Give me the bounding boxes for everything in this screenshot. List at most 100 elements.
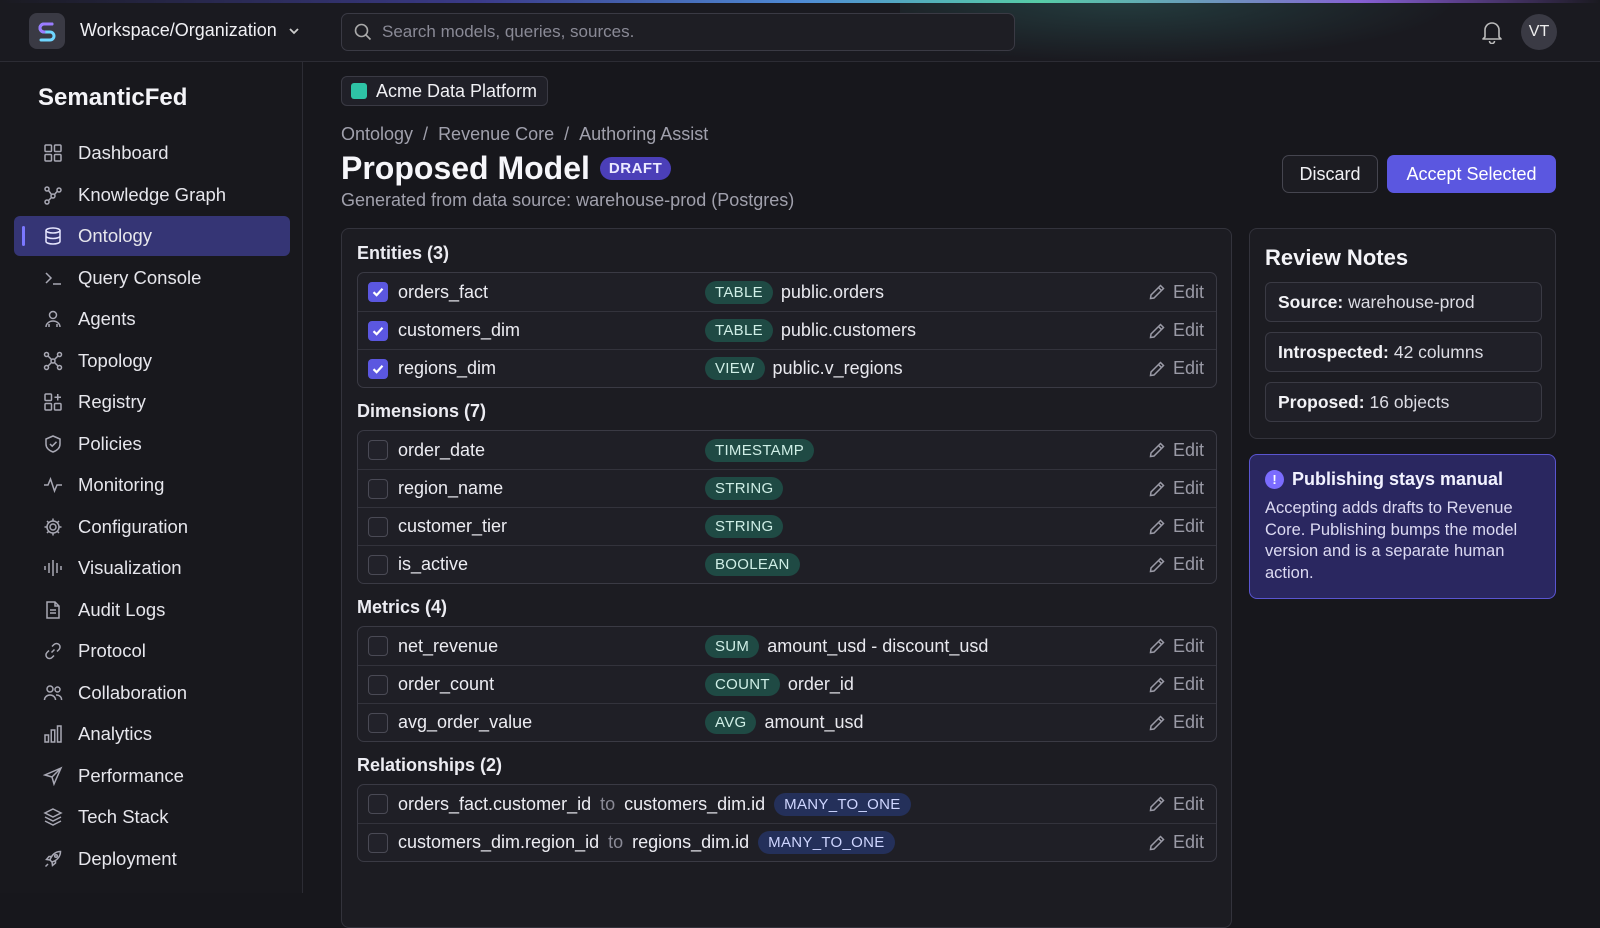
brand-name: SemanticFed	[38, 84, 188, 111]
entities-row[interactable]: orders_fact TABLE public.orders Edit	[358, 273, 1216, 311]
row-checkbox[interactable]	[368, 712, 388, 733]
search-bar[interactable]	[341, 13, 1015, 51]
send-icon	[42, 765, 64, 787]
chevron-down-icon	[289, 27, 299, 34]
row-detail: public.v_regions	[772, 358, 903, 378]
relationships-group: orders_fact.customer_id to customers_dim.i…	[357, 784, 1217, 862]
sidebar-item-policies[interactable]: Policies	[14, 424, 290, 464]
row-checkbox[interactable]	[368, 554, 388, 575]
edit-button[interactable]: Edit	[1148, 516, 1204, 537]
sidebar-item-protocol[interactable]: Protocol	[14, 631, 290, 671]
breadcrumb-authoring-assist: Authoring Assist	[579, 124, 709, 144]
row-name: customer_tier	[398, 516, 508, 536]
sidebar-item-label: Registry	[78, 391, 146, 412]
sidebar-item-collaboration[interactable]: Collaboration	[14, 673, 290, 713]
workspace-switcher[interactable]: Workspace/Organization	[80, 20, 301, 41]
edit-label: Edit	[1172, 674, 1204, 694]
metrics-row[interactable]: order_count COUNT order_id Edit	[358, 665, 1216, 703]
note-value: 16 objects	[1369, 391, 1450, 412]
row-checkbox[interactable]	[368, 794, 388, 814]
edit-button[interactable]: Edit	[1148, 674, 1204, 695]
row-checkbox[interactable]	[368, 516, 388, 537]
entities-row[interactable]: regions_dim VIEW public.v_regions Edit	[358, 349, 1216, 387]
sidebar-item-ontology[interactable]: Ontology	[14, 216, 290, 256]
entities-row[interactable]: customers_dim TABLE public.customers Edit	[358, 311, 1216, 349]
type-badge: AVG	[705, 711, 757, 734]
breadcrumb-revenue-core[interactable]: Revenue Core	[438, 124, 554, 145]
layers-icon	[42, 806, 64, 828]
row-checkbox[interactable]	[368, 440, 388, 460]
sidebar-item-audit-logs[interactable]: Audit Logs	[14, 590, 290, 630]
edit-button[interactable]: Edit	[1148, 712, 1204, 733]
sidebar-item-label: Agents	[78, 308, 136, 329]
edit-button[interactable]: Edit	[1148, 636, 1204, 657]
dimensions-row[interactable]: is_active BOOLEAN Edit	[358, 545, 1216, 583]
note-label: Introspected:	[1278, 341, 1389, 362]
pencil-icon	[1148, 834, 1166, 852]
sidebar-item-monitoring[interactable]: Monitoring	[14, 465, 290, 505]
metrics-group: net_revenue SUM amount_usd - discount_usd E…	[357, 626, 1217, 742]
row-checkbox[interactable]	[368, 832, 388, 853]
sidebar-item-deployment[interactable]: Deployment	[14, 839, 290, 879]
edit-button[interactable]: Edit	[1148, 554, 1204, 575]
sidebar-item-analytics[interactable]: Analytics	[14, 714, 290, 754]
publishing-info-box: ! Publishing stays manual Accepting adds…	[1249, 454, 1556, 599]
row-checkbox[interactable]	[368, 674, 388, 695]
sidebar-item-registry[interactable]: Registry	[14, 382, 290, 422]
proposal-panel: Entities (3) orders_fact TABLE public.order…	[341, 228, 1232, 928]
edit-button[interactable]: Edit	[1148, 794, 1204, 815]
sidebar-item-configuration[interactable]: Configuration	[14, 507, 290, 547]
row-checkbox[interactable]	[368, 358, 388, 379]
breadcrumb: Ontology / Revenue Core / Authoring Assi…	[341, 124, 708, 145]
sidebar-item-dashboard[interactable]: Dashboard	[14, 133, 290, 173]
page-subtitle: Generated from data source: warehouse-pr…	[341, 190, 795, 210]
dimensions-row[interactable]: order_date TIMESTAMP Edit	[358, 431, 1216, 469]
row-checkbox[interactable]	[368, 478, 388, 499]
app-logo[interactable]	[29, 13, 65, 49]
metrics-row[interactable]: net_revenue SUM amount_usd - discount_usd E…	[358, 627, 1216, 665]
cardinality-badge: MANY_TO_ONE	[774, 792, 911, 816]
edit-button[interactable]: Edit	[1148, 478, 1204, 499]
row-detail: order_id	[787, 674, 854, 694]
edit-button[interactable]: Edit	[1148, 832, 1204, 853]
dimensions-row[interactable]: region_name STRING Edit	[358, 469, 1216, 507]
pencil-icon	[1148, 480, 1166, 498]
metrics-row[interactable]: avg_order_value AVG amount_usd Edit	[358, 703, 1216, 741]
accept-selected-button[interactable]: Accept Selected	[1387, 155, 1556, 193]
edit-button[interactable]: Edit	[1148, 320, 1204, 341]
registry-icon	[42, 391, 64, 413]
row-detail: public.orders	[780, 281, 884, 302]
row-checkbox[interactable]	[368, 320, 388, 341]
discard-button[interactable]: Discard	[1282, 155, 1378, 193]
sidebar-item-tech-stack[interactable]: Tech Stack	[14, 797, 290, 837]
users-icon	[42, 308, 64, 330]
edit-button[interactable]: Edit	[1148, 440, 1204, 461]
sidebar-item-agents[interactable]: Agents	[14, 299, 290, 339]
edit-label: Edit	[1172, 439, 1204, 460]
row-checkbox[interactable]	[368, 636, 388, 656]
search-input[interactable]	[382, 22, 982, 42]
sidebar-item-query-console[interactable]: Query Console	[14, 258, 290, 298]
project-chip[interactable]: Acme Data Platform	[341, 76, 549, 106]
row-meta: VIEW public.v_regions	[705, 357, 903, 380]
sidebar-item-label: Monitoring	[78, 474, 165, 495]
sidebar-item-label: Knowledge Graph	[78, 183, 227, 205]
relationships-row[interactable]: customers_dim.region_id to regions_dim.id M…	[358, 823, 1216, 861]
dimensions-group: order_date TIMESTAMP Edit region_name STRING…	[357, 430, 1217, 584]
avatar[interactable]: VT	[1521, 14, 1557, 50]
row-checkbox[interactable]	[368, 282, 388, 302]
edit-button[interactable]: Edit	[1148, 358, 1204, 379]
sidebar-item-knowledge-graph[interactable]: Knowledge Graph	[14, 175, 290, 215]
section-title-relationships: Relationships (2)	[357, 755, 503, 775]
pencil-icon	[1148, 676, 1166, 694]
relationships-row[interactable]: orders_fact.customer_id to customers_dim.i…	[358, 785, 1216, 823]
sidebar-item-label: Tech Stack	[78, 806, 169, 827]
sidebar-item-visualization[interactable]: Visualization	[14, 548, 290, 588]
sidebar-item-performance[interactable]: Performance	[14, 756, 290, 796]
edit-button[interactable]: Edit	[1148, 282, 1204, 303]
sidebar-item-topology[interactable]: Topology	[14, 341, 290, 381]
bell-icon[interactable]	[1481, 20, 1503, 49]
dimensions-row[interactable]: customer_tier STRING Edit	[358, 507, 1216, 545]
breadcrumb-ontology[interactable]: Ontology	[341, 124, 413, 145]
section-title-entities: Entities (3)	[357, 243, 450, 263]
